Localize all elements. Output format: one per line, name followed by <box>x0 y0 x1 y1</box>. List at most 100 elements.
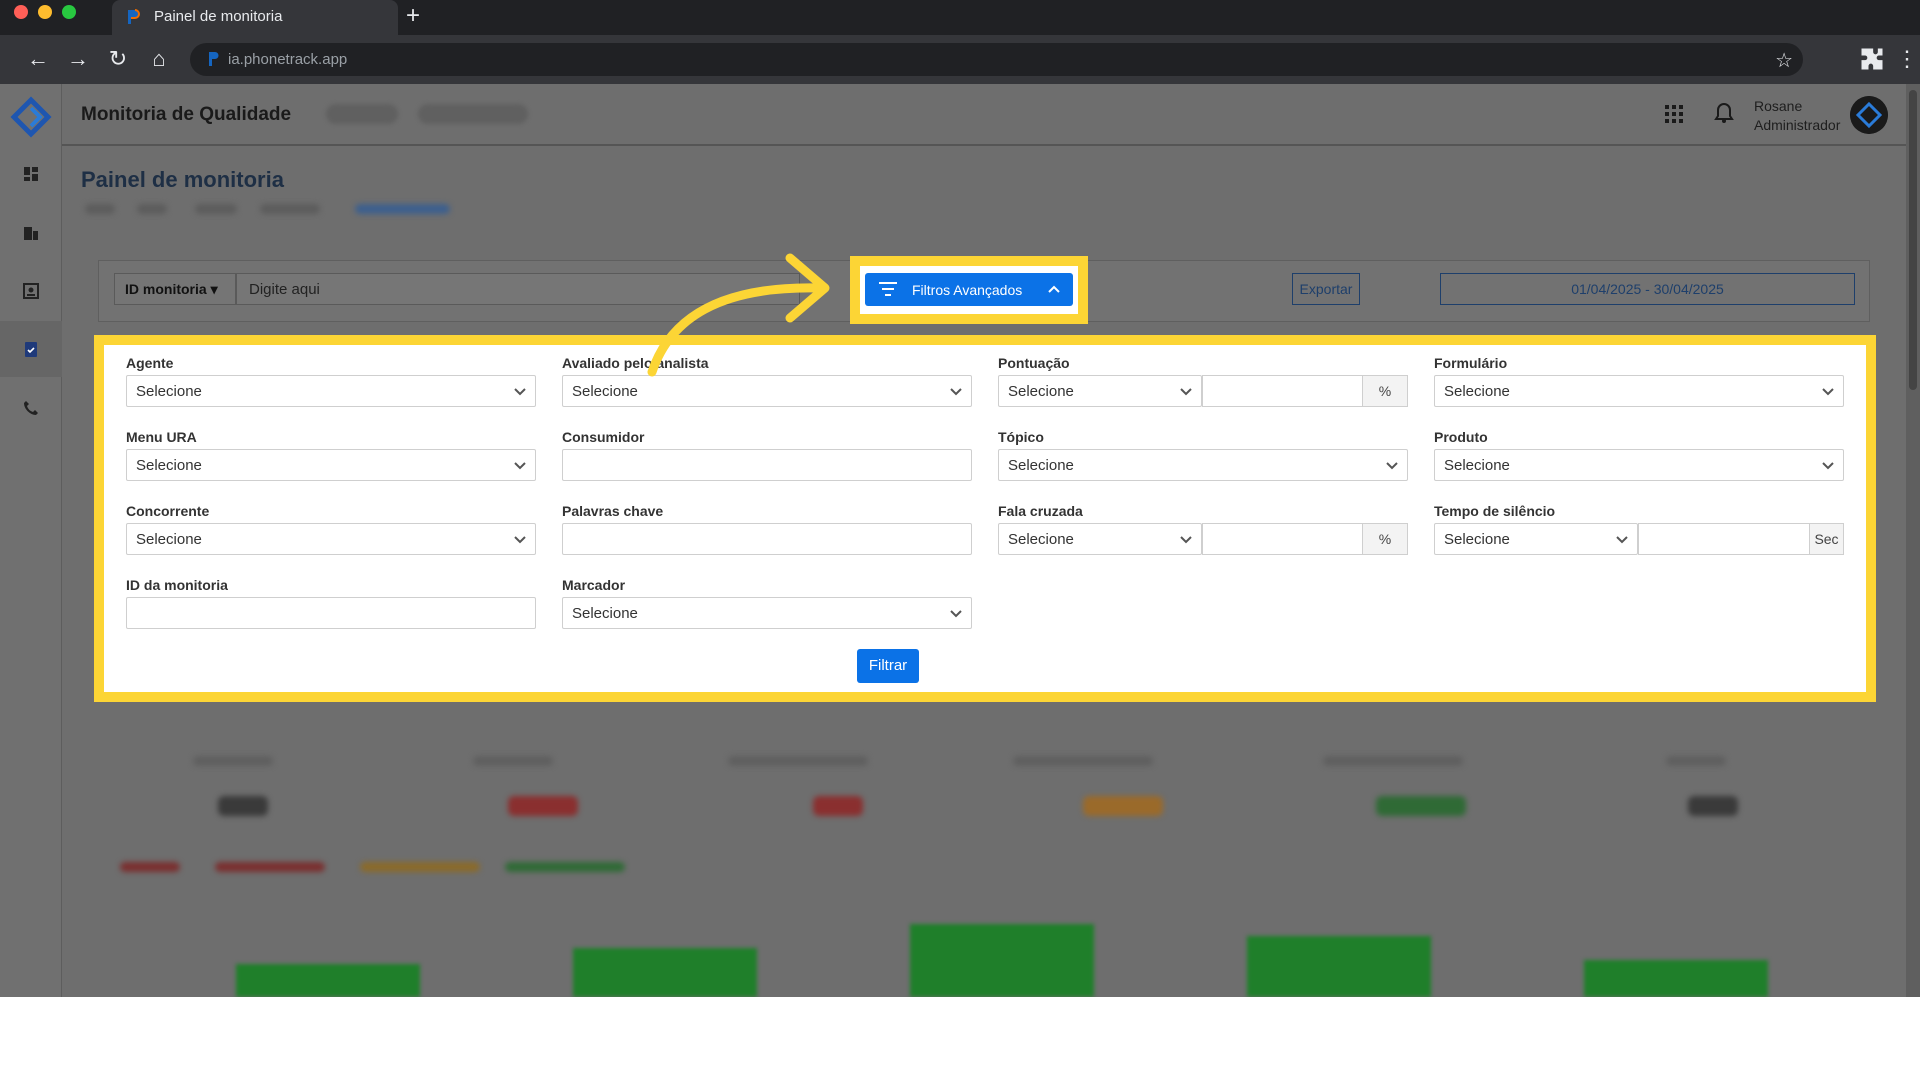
scrollbar-thumb[interactable] <box>1909 90 1917 390</box>
pontuacao-input[interactable] <box>1202 375 1363 407</box>
apps-grid-icon[interactable] <box>1664 104 1684 124</box>
page-scrollbar[interactable] <box>1906 84 1920 997</box>
formulario-select-value: Selecione <box>1444 383 1510 400</box>
chevron-down-icon <box>950 388 962 396</box>
fala-cruzada-input[interactable] <box>1202 523 1363 555</box>
user-info[interactable]: Rosane Administrador <box>1754 97 1840 135</box>
chevron-down-icon <box>1822 388 1834 396</box>
search-input[interactable]: Digite aqui <box>236 273 800 305</box>
avaliado-select-value: Selecione <box>572 383 638 400</box>
menu-ura-select[interactable]: Selecione <box>126 449 536 481</box>
consumidor-input[interactable] <box>562 449 972 481</box>
building-icon[interactable] <box>22 224 40 242</box>
chart-bar <box>910 924 1094 997</box>
chart-legend <box>120 859 640 875</box>
extensions-puzzle-icon[interactable] <box>1858 45 1886 73</box>
site-favicon-icon <box>209 52 219 66</box>
app-title: Monitoria de Qualidade <box>81 104 292 125</box>
browser-window: Painel de monitoria + ← → ↻ ⌂ ia.phonetr… <box>0 0 1920 997</box>
maximize-window-button[interactable] <box>62 5 76 19</box>
filter-palavras-chave-label: Palavras chave <box>562 503 664 519</box>
home-icon[interactable]: ⌂ <box>147 47 171 71</box>
pontuacao-select[interactable]: Selecione <box>998 375 1202 407</box>
search-type-label: ID monitoria <box>125 281 207 297</box>
filter-consumidor-label: Consumidor <box>562 429 645 445</box>
marcador-select[interactable]: Selecione <box>562 597 972 629</box>
filter-pontuacao-label: Pontuação <box>998 355 1070 371</box>
blurred-header-item <box>418 104 528 124</box>
url-text: ia.phonetrack.app <box>228 51 348 68</box>
topico-select[interactable]: Selecione <box>998 449 1408 481</box>
export-button[interactable]: Exportar <box>1292 273 1360 305</box>
filter-fala-cruzada-label: Fala cruzada <box>998 503 1083 519</box>
filtrar-button[interactable]: Filtrar <box>857 649 919 683</box>
phonetrack-favicon-icon <box>128 9 140 24</box>
phonetrack-logo-icon[interactable] <box>10 96 52 138</box>
filter-formulario-label: Formulário <box>1434 355 1508 371</box>
tab-title: Painel de monitoria <box>154 8 283 25</box>
agente-select[interactable]: Selecione <box>126 375 536 407</box>
browser-tab-bar: Painel de monitoria + <box>0 0 1920 35</box>
search-type-dropdown[interactable]: ID monitoria ▾ <box>114 273 236 305</box>
filter-concorrente-label: Concorrente <box>126 503 210 519</box>
marcador-select-value: Selecione <box>572 605 638 622</box>
filter-marcador-label: Marcador <box>562 577 626 593</box>
chevron-down-icon <box>1822 462 1834 470</box>
produto-select-value: Selecione <box>1444 457 1510 474</box>
filter-lines-icon <box>879 282 897 296</box>
chevron-down-icon <box>1616 536 1628 544</box>
monitoring-clipboard-icon[interactable] <box>22 340 40 358</box>
fala-cruzada-select-value: Selecione <box>1008 531 1074 548</box>
pontuacao-suffix: % <box>1362 375 1408 407</box>
fala-cruzada-suffix: % <box>1362 523 1408 555</box>
chart-bar <box>573 948 757 997</box>
chevron-down-icon <box>514 462 526 470</box>
browser-tab[interactable]: Painel de monitoria <box>112 0 398 35</box>
palavras-chave-input[interactable] <box>562 523 972 555</box>
agente-select-value: Selecione <box>136 383 202 400</box>
chart-bar <box>1247 936 1431 997</box>
new-tab-button[interactable]: + <box>406 4 420 28</box>
chevron-down-icon <box>514 388 526 396</box>
filter-tempo-silencio-label: Tempo de silêncio <box>1434 503 1556 519</box>
forward-icon[interactable]: → <box>66 47 90 71</box>
chevron-down-icon <box>1180 536 1192 544</box>
concorrente-select[interactable]: Selecione <box>126 523 536 555</box>
bookmark-star-icon[interactable]: ☆ <box>1775 48 1793 73</box>
pontuacao-select-value: Selecione <box>1008 383 1074 400</box>
browser-menu-icon[interactable]: ⋮ <box>1896 45 1918 73</box>
back-icon[interactable]: ← <box>26 47 50 71</box>
browser-toolbar: ← → ↻ ⌂ ia.phonetrack.app ☆ ⋮ <box>0 35 1920 84</box>
fala-cruzada-select[interactable]: Selecione <box>998 523 1202 555</box>
close-window-button[interactable] <box>14 5 28 19</box>
notification-bell-icon[interactable] <box>1714 102 1734 124</box>
filtros-avancados-highlight: Filtros Avançados <box>850 256 1088 324</box>
id-monitoria-input[interactable] <box>126 597 536 629</box>
chevron-down-icon <box>514 536 526 544</box>
advanced-filters-highlight: Agente Selecione Avaliado pelo analista … <box>94 335 1876 702</box>
chevron-up-icon <box>1048 285 1060 293</box>
produto-select[interactable]: Selecione <box>1434 449 1844 481</box>
kpi-row <box>98 736 1870 836</box>
filtros-avancados-label: Filtros Avançados <box>912 282 1023 298</box>
tempo-silencio-suffix: Sec <box>1809 523 1844 555</box>
formulario-select[interactable]: Selecione <box>1434 375 1844 407</box>
topico-select-value: Selecione <box>1008 457 1074 474</box>
menu-ura-select-value: Selecione <box>136 457 202 474</box>
chart-bar <box>236 964 420 997</box>
tempo-silencio-input[interactable] <box>1638 523 1810 555</box>
address-bar[interactable]: ia.phonetrack.app ☆ <box>190 43 1803 76</box>
avatar[interactable] <box>1850 96 1888 134</box>
filtros-avancados-button[interactable]: Filtros Avançados <box>865 273 1073 306</box>
tempo-silencio-select[interactable]: Selecione <box>1434 523 1638 555</box>
date-range-picker[interactable]: 01/04/2025 - 30/04/2025 <box>1440 273 1855 305</box>
contact-card-icon[interactable] <box>22 282 40 300</box>
sidebar <box>0 84 62 997</box>
phone-icon[interactable] <box>22 399 40 417</box>
reload-icon[interactable]: ↻ <box>106 47 130 71</box>
caret-down-icon: ▾ <box>210 281 218 297</box>
dashboard-icon[interactable] <box>22 165 40 183</box>
minimize-window-button[interactable] <box>38 5 52 19</box>
avaliado-select[interactable]: Selecione <box>562 375 972 407</box>
filter-topico-label: Tópico <box>998 429 1044 445</box>
